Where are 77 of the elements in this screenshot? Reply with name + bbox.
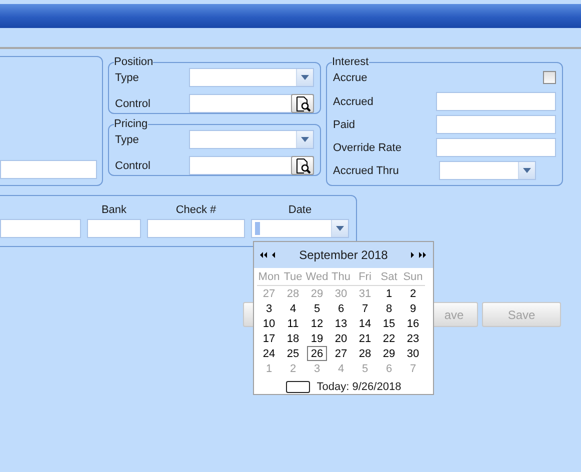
group-title: Pricing bbox=[114, 118, 148, 131]
dropdown-field[interactable] bbox=[439, 161, 536, 180]
column-label: Bank bbox=[100, 203, 128, 218]
weekday-label: Tue bbox=[281, 269, 305, 286]
lookup-field[interactable] bbox=[189, 156, 314, 175]
date-field[interactable] bbox=[251, 219, 349, 238]
field-label: Control bbox=[115, 160, 150, 172]
document-search-icon bbox=[294, 158, 310, 174]
lookup-field[interactable] bbox=[189, 94, 314, 113]
calendar-day[interactable]: 18 bbox=[283, 331, 303, 346]
calendar-day[interactable]: 20 bbox=[331, 331, 351, 346]
calendar-day[interactable]: 29 bbox=[379, 346, 399, 361]
calendar-day[interactable]: 2 bbox=[403, 286, 423, 301]
calendar-day[interactable]: 11 bbox=[283, 316, 303, 331]
text-field[interactable] bbox=[87, 219, 141, 238]
field-label: Control bbox=[115, 98, 150, 110]
text-field[interactable] bbox=[436, 92, 556, 111]
dropdown-arrow-icon bbox=[523, 168, 531, 173]
calendar-day[interactable]: 7 bbox=[355, 301, 375, 316]
weekday-label: Thu bbox=[329, 269, 353, 286]
document-search-icon bbox=[294, 96, 310, 112]
text-field[interactable] bbox=[436, 138, 556, 157]
calendar-day[interactable]: 5 bbox=[307, 301, 327, 316]
calendar-day[interactable]: 15 bbox=[379, 316, 399, 331]
next-year-icon[interactable] bbox=[419, 252, 427, 258]
calendar-day[interactable]: 22 bbox=[379, 331, 399, 346]
calendar-day[interactable]: 19 bbox=[307, 331, 327, 346]
calendar-day[interactable]: 26 bbox=[307, 346, 327, 361]
text-field[interactable] bbox=[0, 219, 81, 238]
field-label: Override Rate bbox=[333, 142, 402, 154]
previous-year-icon[interactable] bbox=[260, 252, 268, 258]
group-title: Position bbox=[114, 56, 154, 69]
dropdown-field[interactable] bbox=[189, 68, 314, 87]
checkbox[interactable] bbox=[543, 71, 556, 84]
next-month-icon[interactable] bbox=[411, 252, 415, 258]
calendar-day[interactable]: 21 bbox=[355, 331, 375, 346]
dropdown-arrow-icon bbox=[336, 226, 344, 231]
calendar-day[interactable]: 12 bbox=[307, 316, 327, 331]
column-label: Check # bbox=[174, 203, 218, 218]
text-field[interactable] bbox=[436, 115, 556, 134]
calendar-day[interactable]: 27 bbox=[331, 346, 351, 361]
calendar-day[interactable]: 25 bbox=[283, 346, 303, 361]
dropdown-field[interactable] bbox=[189, 130, 314, 149]
calendar-day[interactable]: 24 bbox=[259, 346, 279, 361]
weekday-label: Wed bbox=[305, 269, 329, 286]
calendar-day[interactable]: 6 bbox=[331, 301, 351, 316]
text-field[interactable] bbox=[0, 160, 97, 179]
month-title: September 2018 bbox=[298, 248, 389, 262]
calendar-day[interactable]: 8 bbox=[379, 301, 399, 316]
calendar-day[interactable]: 17 bbox=[259, 331, 279, 346]
weekday-label: Mon bbox=[257, 269, 281, 286]
field-label: Accrued Thru bbox=[333, 164, 400, 176]
field-label: Type bbox=[115, 72, 139, 84]
dropdown-arrow-icon bbox=[301, 75, 309, 80]
weekday-label: Sun bbox=[401, 269, 425, 286]
calendar-day[interactable]: 28 bbox=[355, 346, 375, 361]
calendar-day[interactable]: 23 bbox=[403, 331, 423, 346]
calendar-day[interactable]: 1 bbox=[379, 286, 399, 301]
calendar-day[interactable]: 13 bbox=[331, 316, 351, 331]
previous-month-icon[interactable] bbox=[272, 252, 276, 258]
calendar-day[interactable]: 14 bbox=[355, 316, 375, 331]
group-title: Interest bbox=[332, 56, 369, 69]
calendar-day[interactable]: 30 bbox=[403, 346, 423, 361]
field-label: Paid bbox=[333, 118, 356, 130]
weekday-label: Sat bbox=[377, 269, 401, 286]
field-label: Accrued bbox=[333, 96, 374, 108]
weekday-label: Fri bbox=[353, 269, 377, 286]
text-field[interactable] bbox=[147, 219, 245, 238]
today-link[interactable]: Today: 9/26/2018 bbox=[316, 381, 402, 393]
calendar-day[interactable]: 3 bbox=[259, 301, 279, 316]
field-label: Type bbox=[115, 134, 139, 146]
field-label: Accrue bbox=[333, 72, 368, 84]
today-marker-icon bbox=[286, 381, 310, 393]
calendar-day[interactable]: 10 bbox=[259, 316, 279, 331]
dropdown-arrow-icon bbox=[301, 137, 309, 142]
calendar-day[interactable]: 4 bbox=[283, 301, 303, 316]
column-label: Date bbox=[287, 203, 313, 218]
